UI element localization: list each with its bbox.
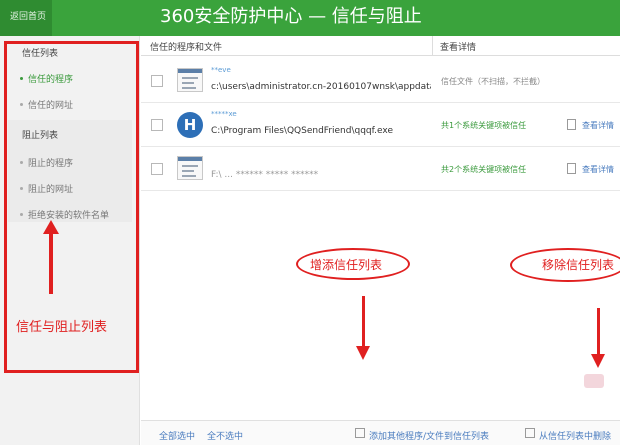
select-all-link[interactable]: 全部选中 — [159, 429, 195, 442]
annotation-arrow-down-add — [356, 296, 370, 360]
column-header-file: 信任的程序和文件 — [150, 43, 223, 53]
app-title: 360安全防护中心 — 信任与阻止 — [160, 6, 422, 27]
annotation-add-label: 增添信任列表 — [310, 258, 383, 272]
view-details-link[interactable]: 查看详情 — [582, 120, 614, 131]
table-row[interactable]: H *****xe C:\Program Files\QQSendFriend\… — [141, 107, 620, 147]
annotation-trust-block-label: 信任与阻止列表 — [16, 320, 108, 335]
row-checkbox[interactable] — [151, 119, 163, 131]
add-file-icon — [355, 428, 365, 438]
h-app-icon: H — [177, 112, 203, 138]
file-window-icon — [177, 156, 203, 180]
annotation-arrow-down-remove — [591, 308, 605, 368]
file-path: c:\users\administrator.cn-20160107wnsk\a… — [211, 82, 431, 92]
annotation-remove-label: 移除信任列表 — [542, 258, 615, 272]
annotation-arrow-up — [43, 220, 59, 294]
column-divider — [432, 36, 433, 56]
back-home-button[interactable]: 返回首页 — [0, 0, 52, 36]
trust-detail: 共1个系统关键项被信任 — [441, 121, 527, 130]
document-icon — [567, 163, 576, 174]
watermark-mark — [584, 374, 604, 388]
view-details-link[interactable]: 查看详情 — [582, 164, 614, 175]
file-window-icon — [177, 68, 203, 92]
file-path: C:\Program Files\QQSendFriend\qqqf.exe — [211, 126, 393, 136]
header-divider — [141, 55, 620, 56]
column-header-detail: 查看详情 — [440, 43, 477, 53]
add-to-trust-button[interactable]: 添加其他程序/文件到信任列表 — [369, 429, 489, 442]
table-row[interactable]: **eve c:\users\administrator.cn-20160107… — [141, 63, 620, 103]
deselect-all-link[interactable]: 全不选中 — [207, 429, 243, 442]
file-path: F:\ ... ****** ***** ****** — [211, 170, 319, 180]
title-bar: 返回首页 360安全防护中心 — 信任与阻止 — [0, 0, 620, 36]
table-row[interactable]: F:\ ... ****** ***** ****** 共2个系统关键项被信任 … — [141, 151, 620, 191]
trust-detail: 共2个系统关键项被信任 — [441, 165, 527, 174]
remove-from-trust-button[interactable]: 从信任列表中删除 — [539, 429, 619, 442]
file-name: *****xe — [211, 110, 237, 118]
row-checkbox[interactable] — [151, 163, 163, 175]
file-name: **eve — [211, 66, 231, 74]
row-checkbox[interactable] — [151, 75, 163, 87]
footer-toolbar: 全部选中 全不选中 添加其他程序/文件到信任列表 从信任列表中删除 — [141, 420, 620, 445]
trash-icon — [525, 428, 535, 438]
document-icon — [567, 119, 576, 130]
trust-detail: 信任文件（不扫描，不拦截） — [441, 77, 545, 86]
